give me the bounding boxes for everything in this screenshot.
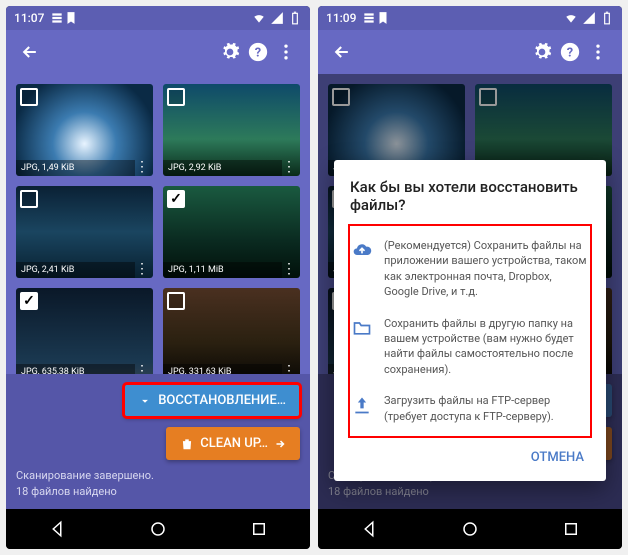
folder-icon (352, 316, 372, 378)
thumbnail-menu-icon[interactable]: ⋮ (135, 262, 149, 276)
cloud-upload-icon (352, 238, 372, 300)
back-button[interactable] (16, 38, 44, 66)
thumbnail-checkbox[interactable] (20, 292, 38, 310)
footer: ВОССТАНОВЛЕНИЕ… CLEAN UP… Сканирование з… (6, 374, 310, 509)
thumbnail-checkbox[interactable] (167, 292, 185, 310)
dialog-options: (Рекомендуется) Сохранить файлы на прило… (350, 226, 590, 436)
android-nav-bar (6, 509, 310, 549)
modal-overlay[interactable]: Как бы вы хотели восстановить файлы? (Ре… (318, 74, 622, 509)
svg-text:?: ? (255, 46, 261, 61)
dialog-option[interactable]: (Рекомендуется) Сохранить файлы на прило… (352, 230, 588, 308)
thumbnail-menu-icon[interactable]: ⋮ (135, 160, 149, 174)
more-button[interactable] (272, 38, 300, 66)
clock: 11:09 (326, 11, 356, 25)
thumbnail[interactable]: JPG, 635,38 KiB⋮ (16, 288, 153, 380)
arrow-right-icon (274, 438, 286, 450)
phone-right: 11:09 ? JPG, 1,49 KiB⋮JPG, 2,92 KiB⋮JPG,… (318, 6, 622, 549)
thumbnail[interactable]: JPG, 2,41 KiB⋮ (16, 186, 153, 278)
signal-icon (270, 11, 284, 25)
battery-icon (600, 11, 614, 25)
scan-line2: 18 файлов найдено (16, 484, 300, 499)
settings-button[interactable] (216, 38, 244, 66)
nav-home-icon[interactable] (149, 520, 167, 538)
nav-recent-icon[interactable] (250, 520, 268, 538)
more-button[interactable] (584, 38, 612, 66)
nav-home-icon[interactable] (461, 520, 479, 538)
help-button[interactable]: ? (556, 38, 584, 66)
thumbnail-menu-icon[interactable]: ⋮ (282, 160, 296, 174)
nav-back-icon[interactable] (48, 520, 66, 538)
restore-button[interactable]: ВОССТАНОВЛЕНИЕ… (124, 384, 300, 417)
settings-button[interactable] (528, 38, 556, 66)
content-area: JPG, 1,49 KiB⋮JPG, 2,92 KiB⋮JPG, 2,41 Ki… (6, 74, 310, 509)
scan-status: Сканирование завершено. 18 файлов найден… (16, 468, 300, 499)
thumbnail-checkbox[interactable] (20, 190, 38, 208)
thumbnail-caption: JPG, 2,92 KiB (163, 160, 282, 176)
battery-icon (288, 11, 302, 25)
download-icon (138, 394, 152, 408)
app-bar: ? (6, 30, 310, 74)
dialog-option[interactable]: Сохранить файлы в другую папку на вашем … (352, 308, 588, 386)
phone-left: 11:07 ? JPG, 1,49 KiB⋮JPG, 2,92 KiB⋮JPG,… (6, 6, 310, 549)
dots-vertical-icon (276, 42, 296, 62)
help-button[interactable]: ? (244, 38, 272, 66)
svg-text:?: ? (567, 46, 573, 61)
android-nav-bar (318, 509, 622, 549)
thumbnail-checkbox[interactable] (167, 190, 185, 208)
dialog-option-text: Сохранить файлы в другую папку на вашем … (384, 316, 588, 378)
thumbnail[interactable]: JPG, 1,49 KiB⋮ (16, 84, 153, 176)
help-icon: ? (247, 41, 269, 63)
cleanup-button[interactable]: CLEAN UP… (166, 427, 300, 460)
nav-recent-icon[interactable] (562, 520, 580, 538)
thumbnail-caption: JPG, 1,49 KiB (16, 160, 135, 176)
wifi-icon (564, 11, 578, 25)
thumbnail[interactable]: JPG, 2,92 KiB⋮ (163, 84, 300, 176)
restore-label: ВОССТАНОВЛЕНИЕ… (158, 393, 286, 408)
thumbnail-checkbox[interactable] (167, 88, 185, 106)
thumbnail-caption: JPG, 1,11 MiB (163, 262, 282, 278)
dialog-title: Как бы вы хотели восстановить файлы? (350, 178, 590, 214)
back-button[interactable] (328, 38, 356, 66)
thumbnail-checkbox[interactable] (20, 88, 38, 106)
app-bar: ? (318, 30, 622, 74)
status-bar: 11:07 (6, 6, 310, 30)
upload-icon (352, 393, 372, 424)
dialog-option-text: Загрузить файлы на FTP-сервер (требует д… (384, 393, 588, 424)
cleanup-label: CLEAN UP… (200, 436, 268, 451)
restore-dialog: Как бы вы хотели восстановить файлы? (Ре… (334, 160, 606, 481)
notification-icon (362, 11, 376, 25)
thumbnail-caption: JPG, 2,41 KiB (16, 262, 135, 278)
nav-back-icon[interactable] (360, 520, 378, 538)
gear-icon (532, 42, 552, 62)
dialog-option[interactable]: Загрузить файлы на FTP-сервер (требует д… (352, 385, 588, 432)
thumbnail[interactable]: JPG, 331,63 KiB⋮ (163, 288, 300, 380)
wifi-icon (252, 11, 266, 25)
thumbnail[interactable]: JPG, 1,11 MiB⋮ (163, 186, 300, 278)
bookmark-icon (376, 11, 390, 25)
scan-line1: Сканирование завершено. (16, 468, 300, 483)
status-bar: 11:09 (318, 6, 622, 30)
help-icon: ? (559, 41, 581, 63)
cancel-button[interactable]: ОТМЕНА (525, 442, 590, 473)
dots-vertical-icon (588, 42, 608, 62)
dialog-option-text: (Рекомендуется) Сохранить файлы на прило… (384, 238, 588, 300)
thumbnail-menu-icon[interactable]: ⋮ (282, 262, 296, 276)
gear-icon (220, 42, 240, 62)
notification-icon (50, 11, 64, 25)
bookmark-icon (64, 11, 78, 25)
trash-icon (180, 437, 194, 451)
clock: 11:07 (14, 11, 44, 25)
signal-icon (582, 11, 596, 25)
